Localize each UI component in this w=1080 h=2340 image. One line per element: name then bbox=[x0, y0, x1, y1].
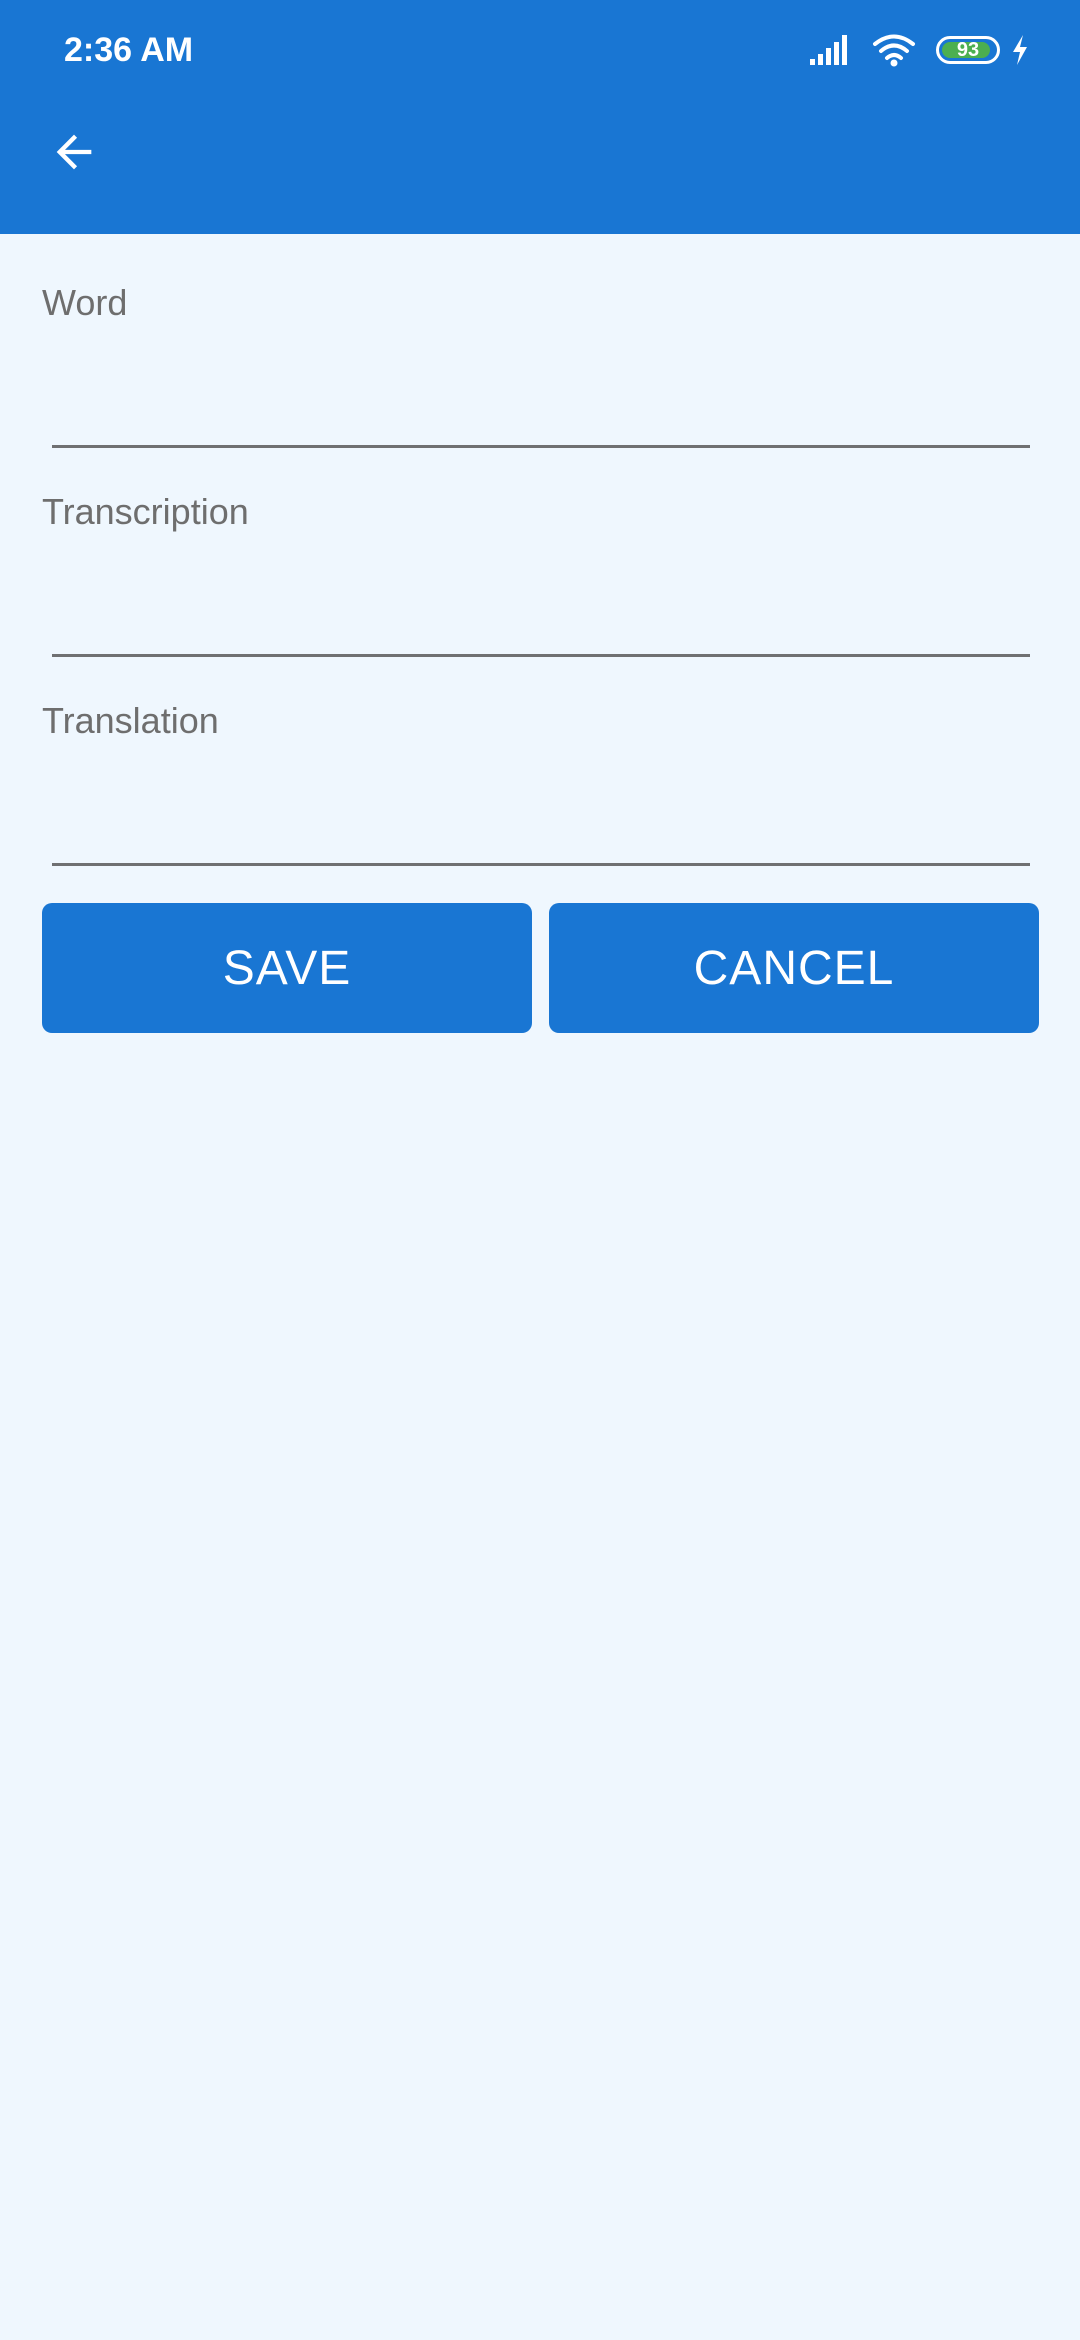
app-bar: 2:36 AM 93 bbox=[0, 0, 1080, 234]
cancel-button[interactable]: CANCEL bbox=[549, 903, 1039, 1033]
status-time: 2:36 AM bbox=[64, 31, 194, 69]
charging-bolt-icon bbox=[1013, 35, 1027, 65]
word-input[interactable] bbox=[52, 378, 1030, 448]
arrow-back-icon bbox=[56, 134, 92, 170]
translation-label: Translation bbox=[42, 700, 219, 741]
transcription-label: Transcription bbox=[42, 491, 249, 532]
transcription-input[interactable] bbox=[52, 587, 1030, 657]
save-button[interactable]: SAVE bbox=[42, 903, 532, 1033]
wifi-icon bbox=[873, 34, 915, 67]
back-button[interactable] bbox=[32, 110, 116, 194]
battery-icon: 93 bbox=[936, 36, 1000, 64]
translation-input[interactable] bbox=[52, 796, 1030, 866]
word-label: Word bbox=[42, 282, 128, 323]
battery-level: 93 bbox=[956, 39, 980, 61]
signal-icon bbox=[810, 35, 847, 65]
status-icons: 93 bbox=[808, 30, 1030, 70]
